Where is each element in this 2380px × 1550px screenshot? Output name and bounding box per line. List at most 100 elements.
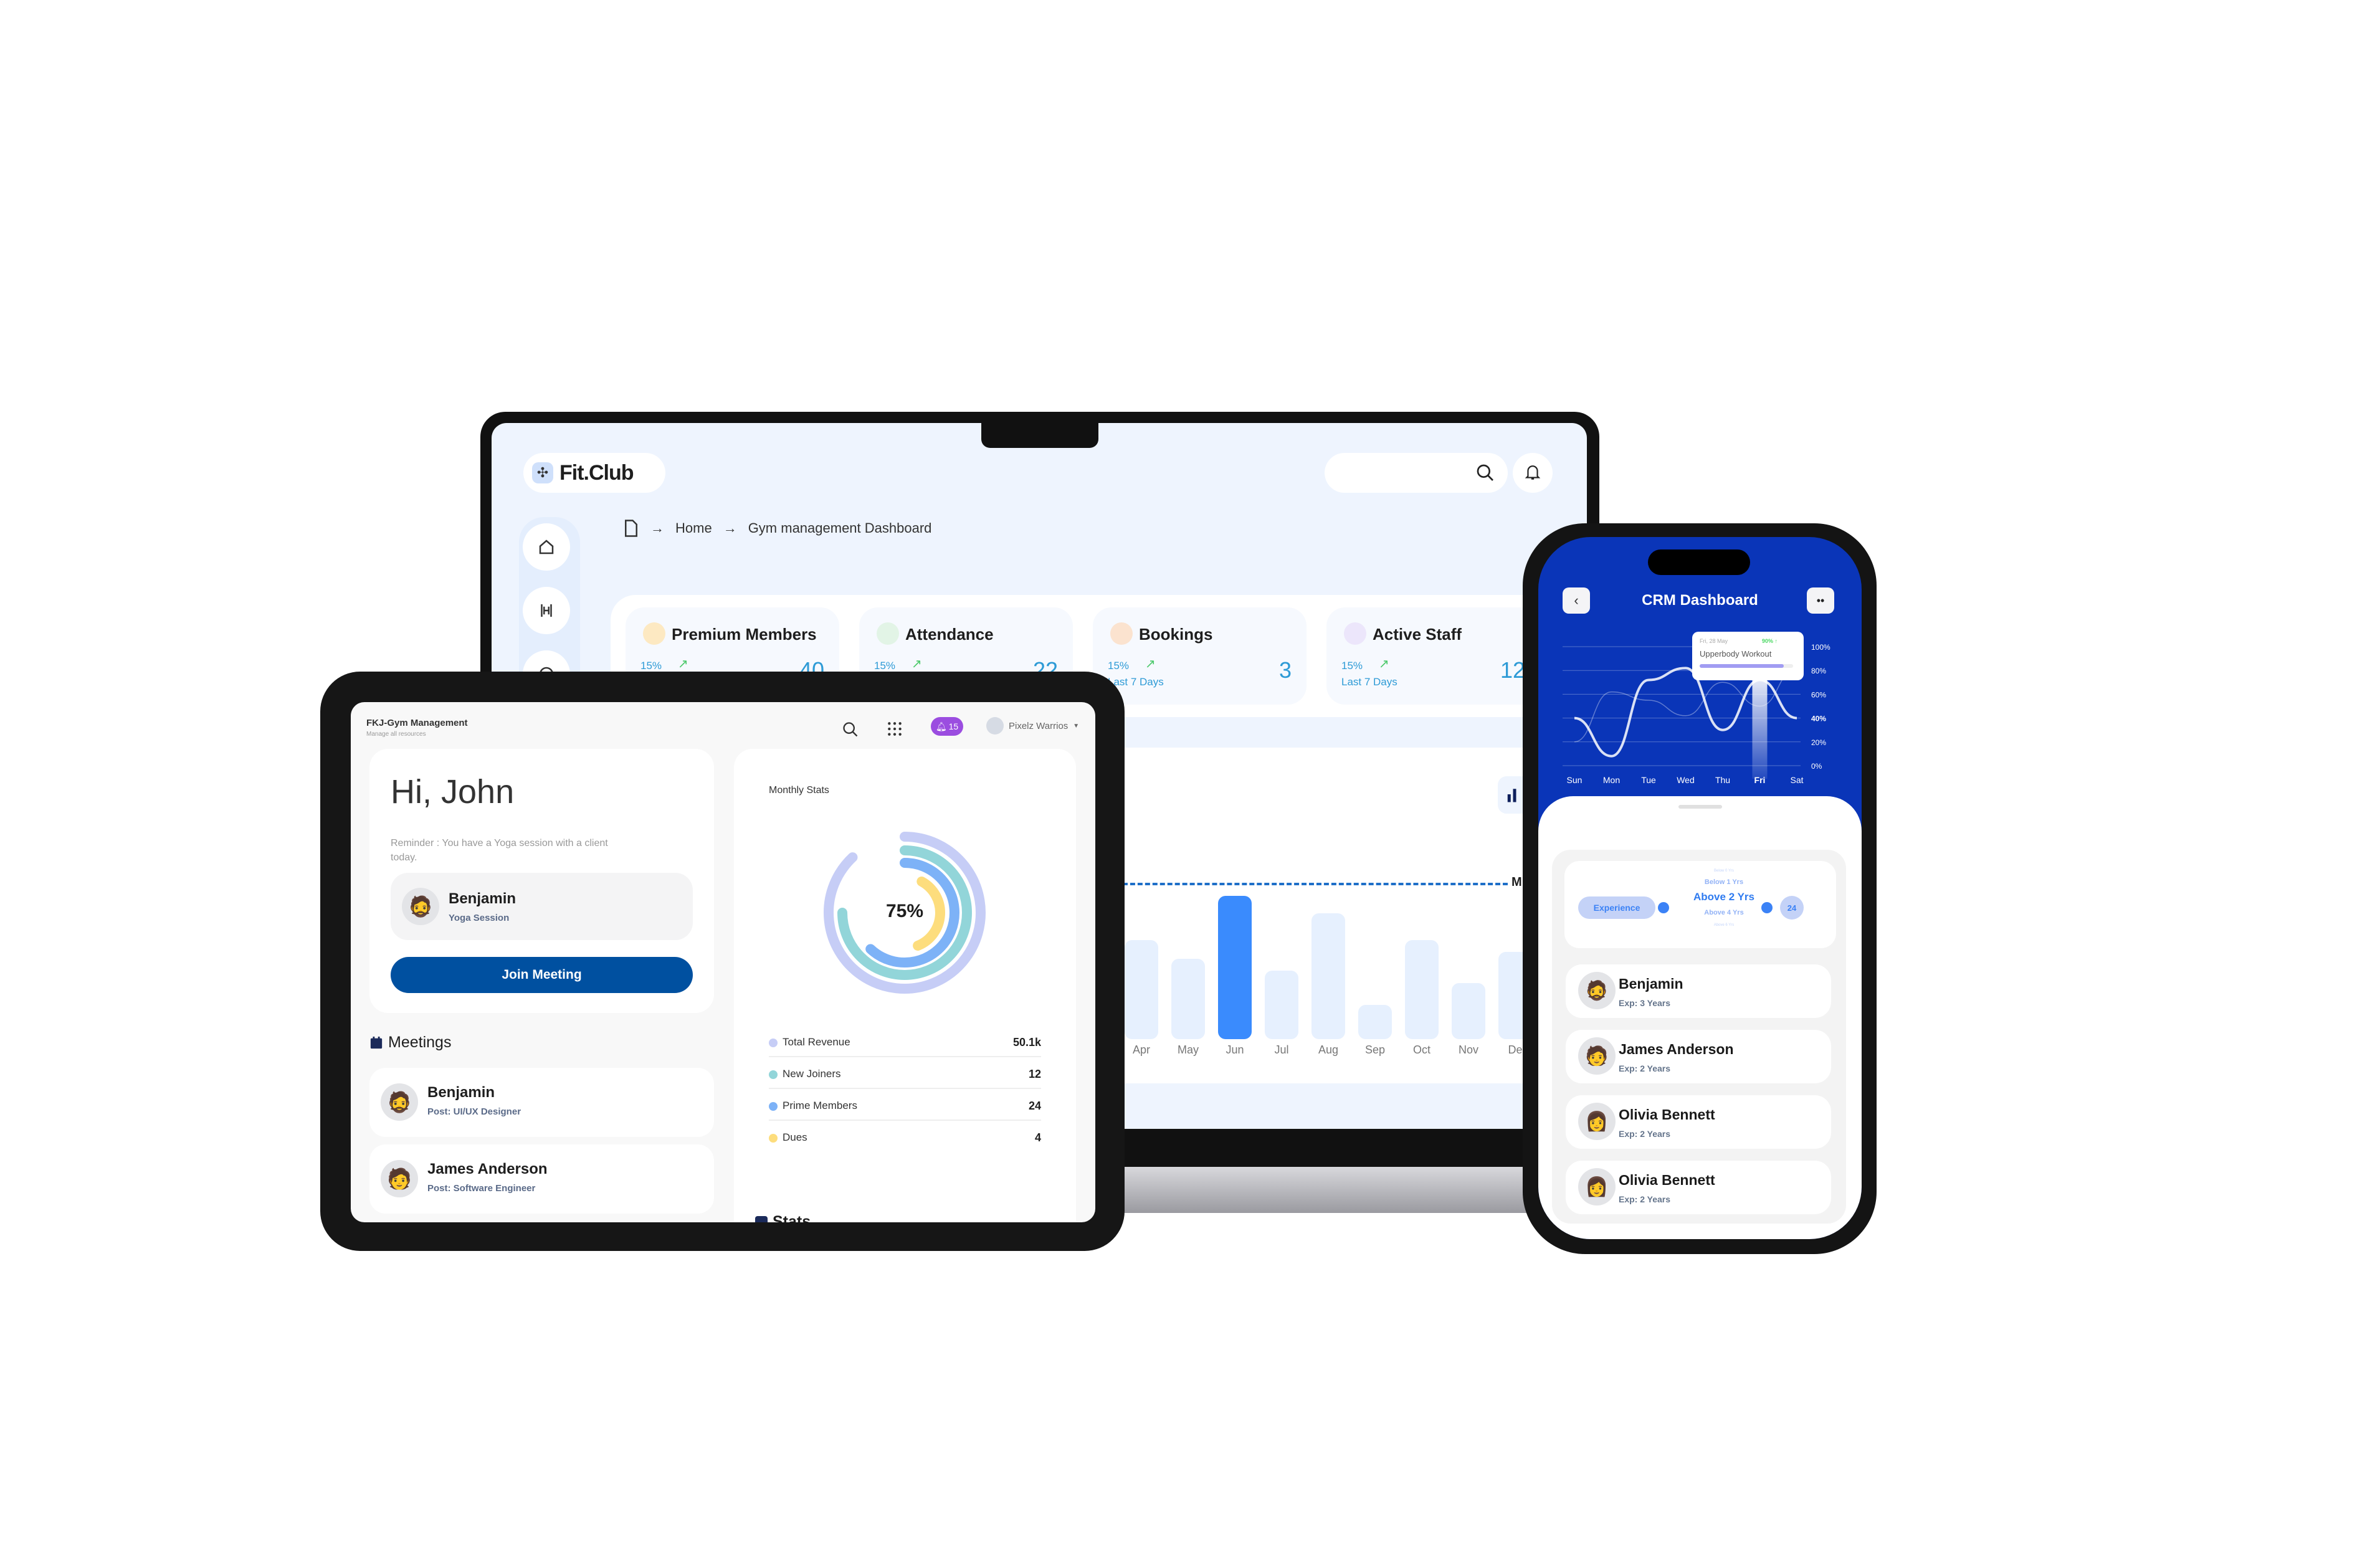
tooltip-date: Fri, 28 May <box>1700 638 1728 644</box>
bar-jul[interactable] <box>1265 970 1298 1039</box>
search-icon[interactable] <box>842 721 859 738</box>
person-item[interactable]: 👩 Olivia Bennett Exp: 2 Years <box>1566 1161 1831 1214</box>
legend-label: Prime Members <box>783 1100 857 1111</box>
donut-center-label: 75% <box>885 901 924 921</box>
stat-icon <box>877 622 899 645</box>
apps-grid-icon[interactable] <box>887 721 903 737</box>
person-name: Benjamin <box>1619 976 1683 992</box>
person-experience: Exp: 2 Years <box>1619 1063 1671 1073</box>
legend-label: New Joiners <box>783 1068 841 1080</box>
bar-label: May <box>1177 1044 1199 1056</box>
avatar: 🧑 <box>1578 1037 1616 1075</box>
sidebar-item-workouts[interactable] <box>523 587 570 634</box>
stat-icon <box>1344 622 1366 645</box>
search-input[interactable] <box>1325 453 1508 493</box>
divider <box>769 1120 1041 1121</box>
tooltip-label: Upperbody Workout <box>1700 649 1772 659</box>
home-icon <box>539 540 554 554</box>
bar-label: Aug <box>1318 1044 1339 1056</box>
stat-change: 15% <box>1341 660 1363 672</box>
x-tick-label: Thu <box>1715 775 1730 785</box>
legend-value: 24 <box>1028 1100 1041 1112</box>
brand-name: Fit.Club <box>559 460 634 485</box>
stats-heading: Stats <box>755 1213 811 1222</box>
picker-selected[interactable]: Above 2 Yrs <box>1662 891 1786 903</box>
bar-apr[interactable] <box>1125 940 1158 1039</box>
picker-option[interactable]: Below 1 Yrs <box>1662 878 1786 886</box>
breadcrumb-home[interactable]: Home <box>675 520 712 536</box>
trend-up-icon: ↗ <box>678 657 688 671</box>
tooltip-progress-fill <box>1700 664 1784 668</box>
brand-logo[interactable]: ✣ Fit.Club <box>523 453 665 493</box>
chart-icon <box>755 1215 768 1222</box>
user-menu[interactable]: Pixelz Warrios ▼ <box>986 717 1079 735</box>
person-item[interactable]: 👩 Olivia Bennett Exp: 2 Years <box>1566 1095 1831 1149</box>
legend-dot <box>769 1102 778 1111</box>
bar-jun[interactable] <box>1218 896 1252 1039</box>
avatar: 🧔 <box>1578 972 1616 1009</box>
meeting-name: Benjamin <box>427 1084 495 1101</box>
person-name: Olivia Bennett <box>1619 1172 1715 1188</box>
reference-label: M <box>1511 875 1522 889</box>
meeting-item[interactable]: 🧑 James Anderson Post: Software Engineer <box>369 1144 714 1214</box>
bar-label: Oct <box>1412 1044 1430 1056</box>
arrow-right-icon: → <box>723 520 737 536</box>
y-tick-label: 100% <box>1811 643 1830 652</box>
app-subtitle: Manage all resources <box>366 731 426 738</box>
notifications-button[interactable] <box>1513 453 1553 493</box>
legend-dot <box>769 1039 778 1047</box>
bottom-sheet: Experience Below 0 Yrs Below 1 Yrs Above… <box>1538 796 1862 1239</box>
person-item[interactable]: 🧑 James Anderson Exp: 2 Years <box>1566 1030 1831 1083</box>
welcome-card: Hi, John Reminder : You have a Yoga sess… <box>369 749 714 1013</box>
stat-change: 15% <box>1108 660 1130 672</box>
person-experience: Exp: 2 Years <box>1619 1129 1671 1139</box>
bar-oct[interactable] <box>1405 940 1439 1039</box>
stat-title: Bookings <box>1139 625 1213 644</box>
bar-nov[interactable] <box>1452 983 1485 1039</box>
legend-label: Dues <box>783 1131 807 1143</box>
meeting-name: James Anderson <box>427 1161 548 1177</box>
divider <box>769 1056 1041 1057</box>
experience-pill[interactable]: Experience <box>1578 896 1655 919</box>
session-name: Benjamin <box>449 890 516 907</box>
session-card[interactable]: 🧔 Benjamin Yoga Session <box>391 873 693 940</box>
stat-card[interactable]: Bookings 15% ↗ Last 7 Days 3 <box>1093 607 1307 705</box>
user-avatar <box>986 717 1004 735</box>
meetings-title: Meetings <box>388 1034 452 1051</box>
picker-option[interactable]: Below 0 Yrs <box>1662 869 1786 873</box>
bar-may[interactable] <box>1171 959 1205 1039</box>
stat-card[interactable]: Active Staff 15% ↗ Last 7 Days 12 <box>1326 607 1540 705</box>
meeting-post: Post: Software Engineer <box>427 1183 536 1194</box>
picker-next-icon[interactable] <box>1761 902 1773 913</box>
tooltip-change: 90% ↑ <box>1762 638 1778 644</box>
legend-value: 4 <box>1034 1131 1041 1144</box>
notification-badge[interactable]: 🔔︎ 15 <box>931 717 963 736</box>
meeting-post: Post: UI/UX Designer <box>427 1106 521 1117</box>
person-experience: Exp: 2 Years <box>1619 1194 1671 1204</box>
experience-filter: Experience Below 0 Yrs Below 1 Yrs Above… <box>1564 861 1836 948</box>
tooltip: Fri, 28 May 90% ↑ Upperbody Workout <box>1692 632 1804 680</box>
x-tick-label: Fri <box>1754 775 1766 785</box>
picker-option[interactable]: Above 6 Yrs <box>1662 923 1786 927</box>
avatar: 🧔 <box>402 888 439 925</box>
person-experience: Exp: 3 Years <box>1619 998 1671 1008</box>
bar-chart-icon <box>1507 789 1516 802</box>
meeting-item[interactable]: 🧔 Benjamin Post: UI/UX Designer <box>369 1068 714 1137</box>
bar-aug[interactable] <box>1311 913 1345 1039</box>
stat-value: 12 <box>1500 657 1525 683</box>
phone-screen: ‹ CRM Dashboard •• 100% 80% 60% 40% 20% 0% Sun… <box>1538 537 1862 1239</box>
person-name: James Anderson <box>1619 1041 1734 1057</box>
person-item[interactable]: 🧔 Benjamin Exp: 3 Years <box>1566 964 1831 1018</box>
dumbbell-icon <box>541 604 552 617</box>
y-tick-label: 20% <box>1811 738 1826 747</box>
reference-line <box>1115 883 1508 885</box>
bar-sep[interactable] <box>1358 1004 1392 1039</box>
drag-handle[interactable] <box>1678 805 1722 809</box>
stat-title: Active Staff <box>1373 625 1462 644</box>
y-tick-label: 60% <box>1811 690 1826 699</box>
sidebar-item-home[interactable] <box>523 523 570 571</box>
person-name: Olivia Bennett <box>1619 1106 1715 1123</box>
legend-dot <box>769 1070 778 1079</box>
join-meeting-button[interactable]: Join Meeting <box>391 957 693 993</box>
stat-icon <box>643 622 665 645</box>
